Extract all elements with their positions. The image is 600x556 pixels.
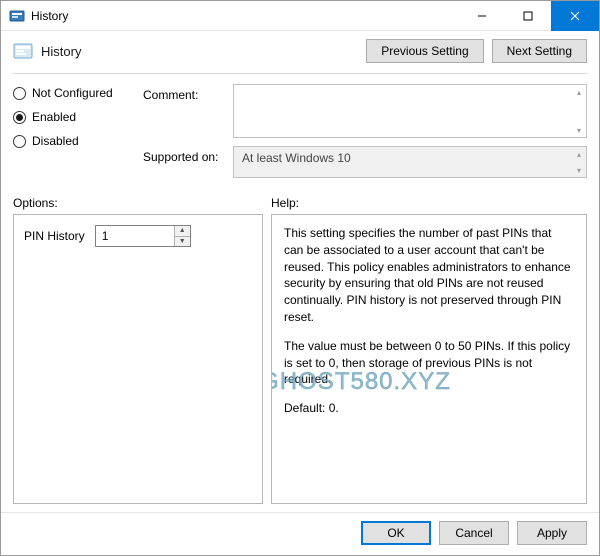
radio-label: Enabled (32, 110, 76, 124)
state-area: Not Configured Enabled Disabled Comment:… (1, 74, 599, 186)
comment-label: Comment: (143, 84, 233, 102)
close-button[interactable] (551, 1, 599, 31)
state-radio-group: Not Configured Enabled Disabled (13, 84, 143, 178)
pane-labels: Options: Help: (1, 186, 599, 214)
pin-history-input[interactable] (96, 226, 174, 246)
stepper-down-icon[interactable]: ▼ (175, 236, 190, 247)
stepper-up-icon[interactable]: ▲ (175, 226, 190, 236)
radio-icon (13, 87, 26, 100)
radio-icon (13, 135, 26, 148)
pin-history-spinner[interactable]: ▲ ▼ (95, 225, 191, 247)
maximize-button[interactable] (505, 1, 551, 31)
footer: OK Cancel Apply (1, 512, 599, 555)
radio-label: Disabled (32, 134, 79, 148)
minimize-button[interactable] (459, 1, 505, 31)
ok-button[interactable]: OK (361, 521, 431, 545)
options-pane: PIN History ▲ ▼ (13, 214, 263, 504)
policy-icon (13, 41, 33, 61)
scroll-up-icon[interactable]: ▴ (574, 149, 584, 159)
help-paragraph: Default: 0. (284, 400, 574, 417)
policy-title: History (41, 44, 366, 59)
help-pane: This setting specifies the number of pas… (271, 214, 587, 504)
pin-history-label: PIN History (24, 229, 85, 243)
radio-icon (13, 111, 26, 124)
scroll-down-icon[interactable]: ▾ (574, 165, 584, 175)
comment-textarea[interactable]: ▴ ▾ (233, 84, 587, 138)
supported-on-value: At least Windows 10 (242, 151, 351, 165)
header-row: History Previous Setting Next Setting (1, 31, 599, 73)
panes: PIN History ▲ ▼ This setting specifies t… (1, 214, 599, 512)
scroll-down-icon[interactable]: ▾ (574, 125, 584, 135)
titlebar: History (1, 1, 599, 31)
radio-disabled[interactable]: Disabled (13, 134, 143, 148)
help-label: Help: (271, 196, 587, 210)
supported-label: Supported on: (143, 146, 233, 164)
radio-label: Not Configured (32, 86, 113, 100)
supported-on-box: At least Windows 10 ▴ ▾ (233, 146, 587, 178)
help-paragraph: This setting specifies the number of pas… (284, 225, 574, 326)
window: History History Previous Setting (0, 0, 600, 556)
previous-setting-button[interactable]: Previous Setting (366, 39, 483, 63)
apply-button[interactable]: Apply (517, 521, 587, 545)
scroll-up-icon[interactable]: ▴ (574, 87, 584, 97)
window-title: History (31, 9, 459, 23)
app-icon (9, 8, 25, 24)
next-setting-button[interactable]: Next Setting (492, 39, 587, 63)
pin-history-row: PIN History ▲ ▼ (24, 225, 252, 247)
window-controls (459, 1, 599, 31)
options-label: Options: (13, 196, 271, 210)
radio-enabled[interactable]: Enabled (13, 110, 143, 124)
cancel-button[interactable]: Cancel (439, 521, 509, 545)
comment-block: Comment: ▴ ▾ Supported on: At least Wind… (143, 84, 587, 178)
radio-not-configured[interactable]: Not Configured (13, 86, 143, 100)
help-paragraph: The value must be between 0 to 50 PINs. … (284, 338, 574, 388)
